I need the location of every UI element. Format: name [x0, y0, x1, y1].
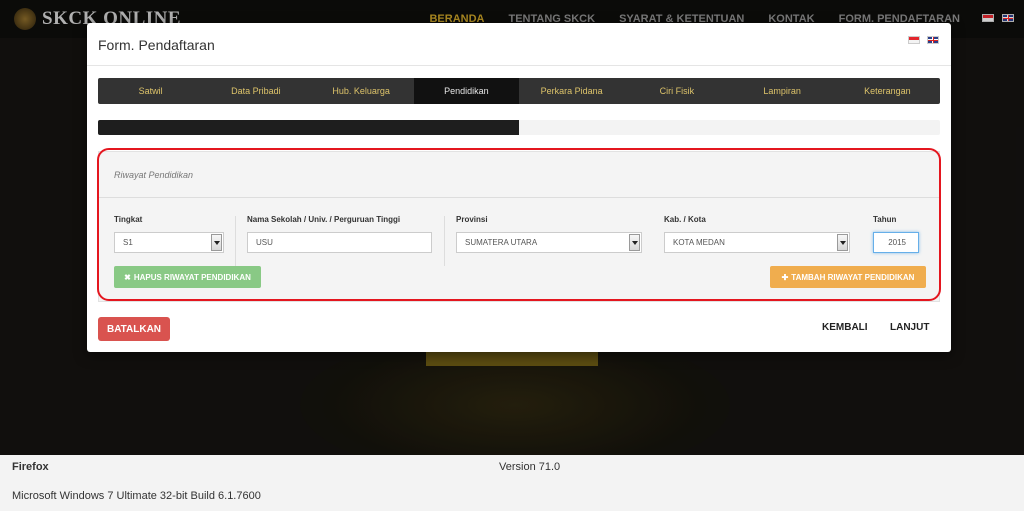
sekolah-label: Nama Sekolah / Univ. / Perguruan Tinggi — [247, 215, 401, 224]
sekolah-label-wrap: Nama Sekolah / Univ. / Perguruan Tinggi — [247, 215, 400, 224]
add-education-label: TAMBAH RIWAYAT PENDIDIKAN — [791, 272, 915, 282]
tingkat-value: S1 — [123, 238, 133, 247]
panel-title: Riwayat Pendidikan — [114, 170, 194, 180]
step-pendidikan[interactable]: Pendidikan — [413, 78, 519, 104]
field-separator — [444, 216, 445, 266]
step-satwil[interactable]: Satwil — [98, 78, 203, 104]
back-button[interactable]: KEMBALI — [822, 322, 868, 333]
chevron-down-icon[interactable] — [629, 234, 640, 251]
education-history-panel: Riwayat Pendidikan Tingkat S1 Nama Sekol… — [98, 151, 940, 302]
step-keterangan[interactable]: Keterangan — [835, 78, 940, 104]
provinsi-select[interactable]: SUMATERA UTARA — [456, 232, 642, 253]
uk-flag-icon[interactable] — [927, 36, 939, 44]
remove-education-button[interactable]: ✖ HAPUS RIWAYAT PENDIDIKAN — [114, 266, 261, 288]
provinsi-label: Provinsi — [456, 215, 488, 224]
tingkat-label: Tingkat — [114, 215, 143, 224]
indonesia-flag-icon[interactable] — [908, 36, 920, 44]
provinsi-value: SUMATERA UTARA — [465, 238, 538, 247]
os-info: Microsoft Windows 7 Ultimate 32-bit Buil… — [12, 490, 261, 502]
registration-modal: Form. Pendaftaran Satwil Data Pribadi Hu… — [87, 23, 951, 352]
wizard-progress-bar — [98, 120, 940, 135]
browser-version: Version 71.0 — [499, 461, 561, 473]
close-icon: ✖ — [124, 272, 131, 282]
tahun-label: Tahun — [873, 215, 897, 224]
step-hub-keluarga[interactable]: Hub. Keluarga — [309, 78, 414, 104]
step-data-pribadi[interactable]: Data Pribadi — [203, 78, 308, 104]
step-perkara-pidana[interactable]: Perkara Pidana — [519, 78, 624, 104]
add-education-button[interactable]: ✚ TAMBAH RIWAYAT PENDIDIKAN — [770, 266, 926, 288]
wizard-steps: Satwil Data Pribadi Hub. Keluarga Pendid… — [98, 78, 940, 104]
chevron-down-icon[interactable] — [837, 234, 848, 251]
progress-fill — [98, 120, 519, 135]
tingkat-label-wrap: Tingkat — [114, 215, 142, 224]
cancel-button[interactable]: BATALKAN — [98, 317, 170, 341]
kota-label: Kab. / Kota — [664, 215, 706, 224]
kota-value: KOTA MEDAN — [673, 238, 725, 247]
kota-select[interactable]: KOTA MEDAN — [664, 232, 850, 253]
modal-language-flags — [908, 36, 939, 44]
browser-name: Firefox — [12, 461, 49, 473]
provinsi-label-wrap: Provinsi — [456, 215, 488, 224]
remove-education-label: HAPUS RIWAYAT PENDIDIKAN — [133, 272, 251, 282]
tingkat-select[interactable]: S1 — [114, 232, 224, 253]
step-ciri-fisik[interactable]: Ciri Fisik — [624, 78, 729, 104]
chevron-down-icon[interactable] — [211, 234, 222, 251]
modal-header: Form. Pendaftaran — [87, 23, 951, 66]
tahun-value: 2015 — [888, 238, 906, 247]
modal-title: Form. Pendaftaran — [98, 37, 215, 53]
sekolah-input[interactable]: USU — [247, 232, 432, 253]
panel-divider — [99, 197, 939, 198]
step-lampiran[interactable]: Lampiran — [730, 78, 835, 104]
system-info-bar: Firefox Version 71.0 Microsoft Windows 7… — [0, 455, 1024, 511]
kota-label-wrap: Kab. / Kota — [664, 215, 706, 224]
plus-icon: ✚ — [781, 272, 789, 282]
next-button[interactable]: LANJUT — [890, 322, 929, 333]
field-separator — [235, 216, 236, 266]
sekolah-value: USU — [256, 238, 273, 247]
tahun-label-wrap: Tahun — [873, 215, 896, 224]
tahun-input[interactable]: 2015 — [873, 232, 919, 253]
